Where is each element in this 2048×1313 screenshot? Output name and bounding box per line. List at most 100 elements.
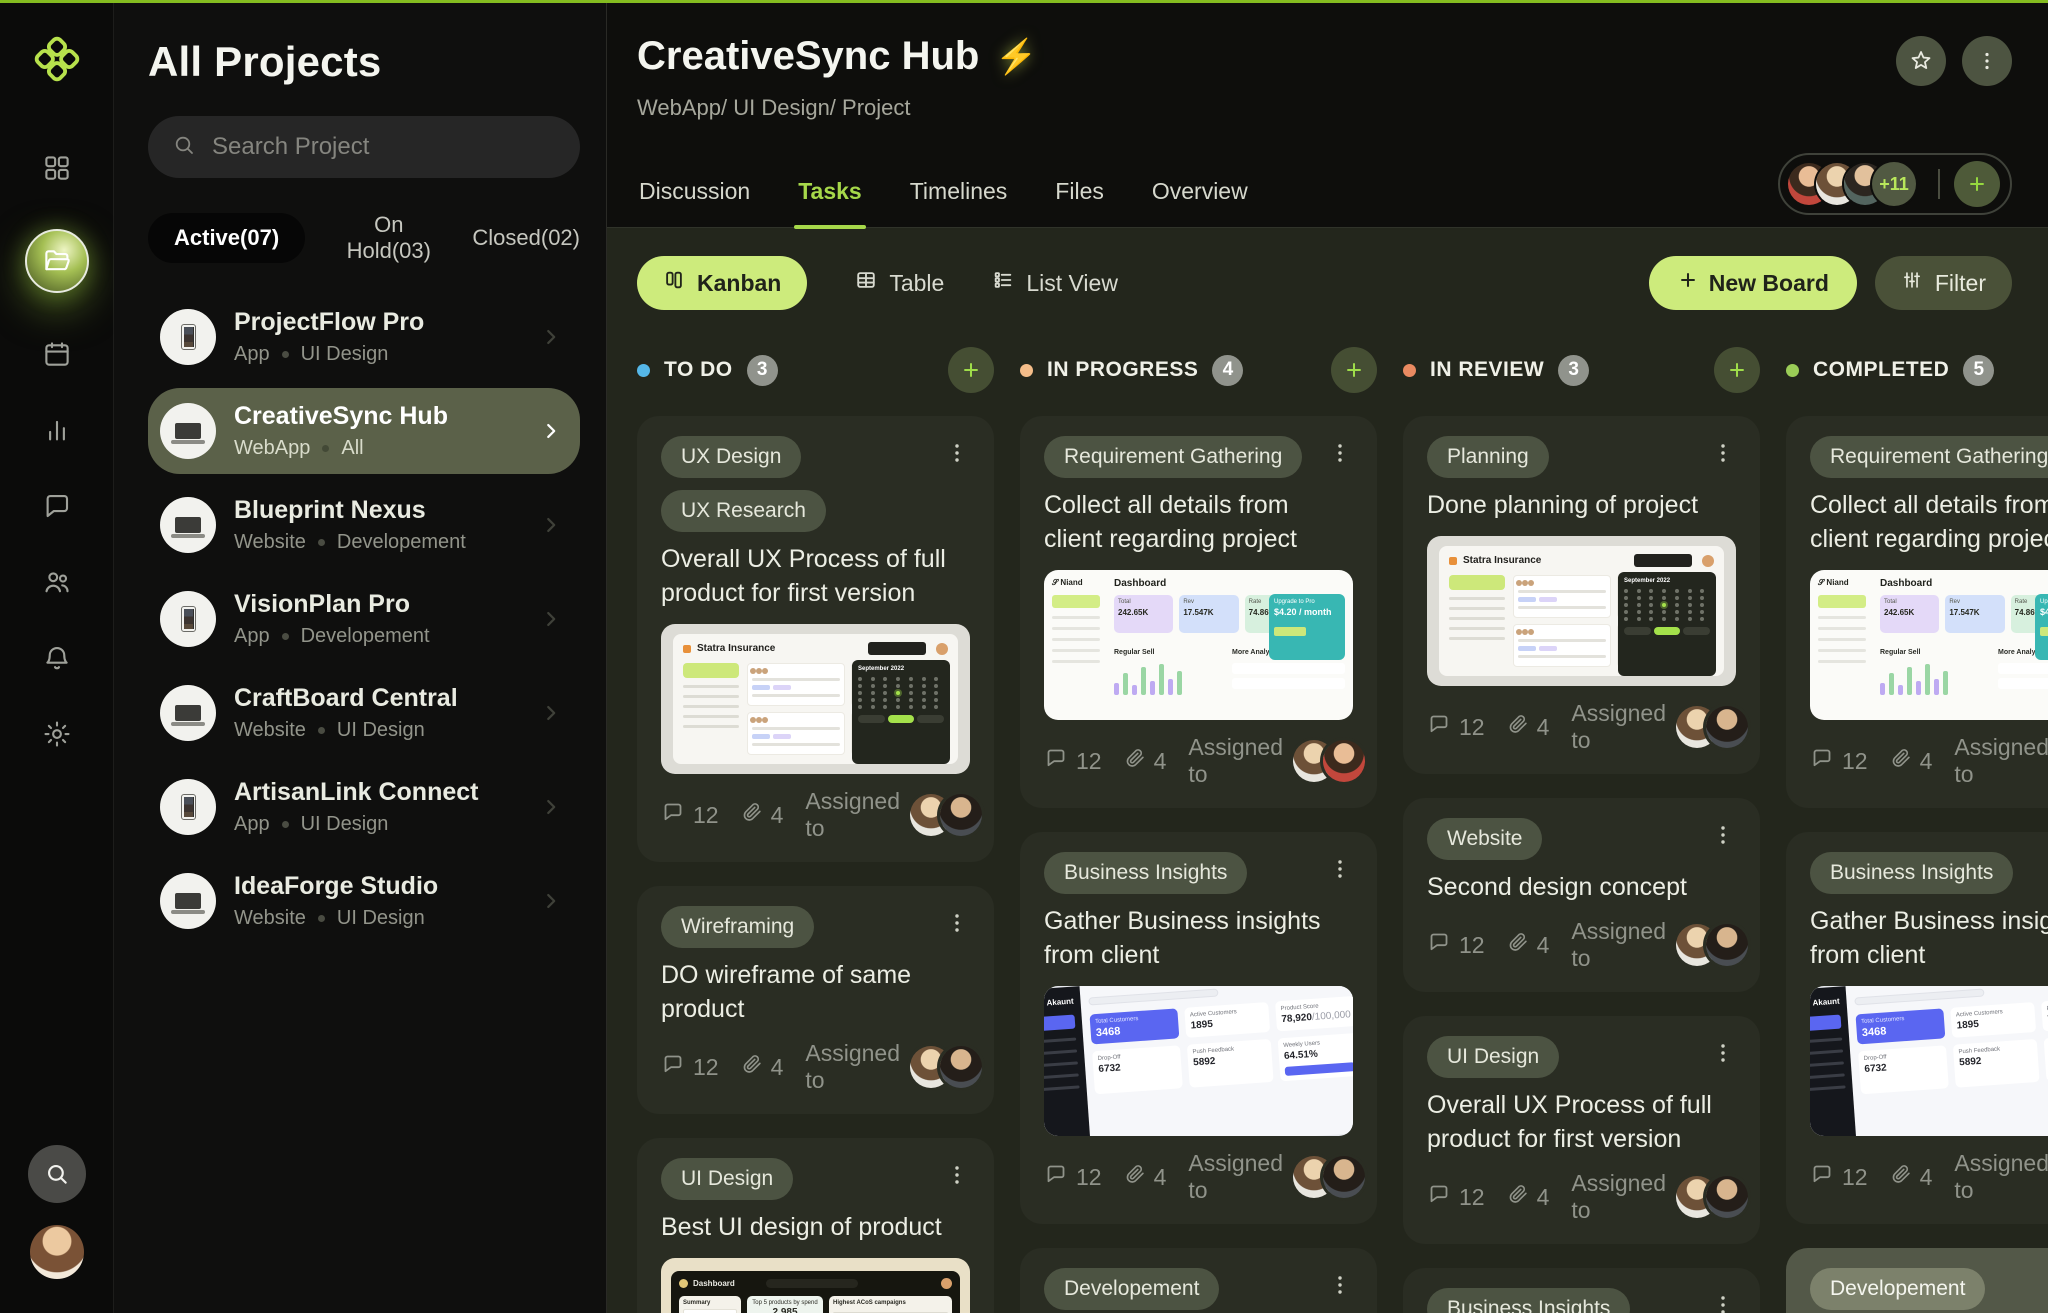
laptop-icon — [160, 403, 216, 459]
card-menu-button[interactable] — [944, 436, 970, 469]
rail-team-users-icon[interactable] — [42, 567, 72, 597]
project-search-box[interactable] — [148, 116, 580, 178]
column-status-dot — [1786, 363, 1799, 377]
task-card[interactable]: Developement Overall UX Process of full … — [1020, 1248, 1377, 1313]
user-avatar[interactable] — [29, 1225, 84, 1279]
project-search-input[interactable] — [210, 132, 556, 162]
card-tag: Business Insights — [1427, 1288, 1631, 1313]
tab-files[interactable]: Files — [1053, 178, 1106, 227]
table-icon — [855, 269, 877, 297]
assignee-avatars — [1293, 1156, 1366, 1198]
column-count-badge: 3 — [746, 354, 778, 386]
view-list-view[interactable]: List View — [992, 269, 1118, 297]
header-buttons — [1896, 36, 2012, 86]
project-subtitle: App Developement — [234, 625, 430, 647]
project-row[interactable]: IdeaForge Studio Website UI Design — [148, 858, 580, 944]
card-menu-button[interactable] — [1710, 436, 1736, 469]
global-search-button[interactable] — [27, 1145, 86, 1203]
card-menu-button[interactable] — [1327, 852, 1353, 885]
comments-count: 12 — [1459, 931, 1485, 958]
task-card[interactable]: UI Design Overall UX Process of full pro… — [1403, 1016, 1760, 1244]
card-menu-button[interactable] — [1710, 1288, 1736, 1313]
project-name: ArtisanLink Connect — [234, 778, 479, 806]
project-row[interactable]: Blueprint Nexus Website Developement — [148, 482, 580, 568]
add-member-button[interactable] — [1954, 161, 2000, 207]
project-row[interactable]: CreativeSync Hub WebApp All — [148, 388, 580, 474]
comments-icon — [1427, 712, 1451, 742]
view-table[interactable]: Table — [855, 269, 944, 297]
favorite-star-button[interactable] — [1896, 36, 1946, 86]
project-filter-closed-[interactable]: Closed(02) — [472, 225, 580, 251]
card-thumbnail-akaunt: Akaunt Total Customers 3468 Active Custome… — [1810, 986, 2048, 1136]
card-tag: UI Design — [661, 1158, 794, 1200]
task-card[interactable]: Business Insights Gather Business insigh… — [1020, 832, 1377, 1224]
card-title: Second design concept — [1427, 873, 1687, 901]
rail-calendar-icon[interactable] — [42, 339, 72, 369]
bolt-emoji: ⚡ — [995, 37, 1038, 76]
card-thumbnail-statra: Statra Insurance September 2022 — [661, 624, 970, 774]
rail-chat-icon[interactable] — [42, 491, 72, 521]
rail-projects-folder-icon[interactable] — [24, 229, 89, 293]
card-menu-button[interactable] — [1710, 1036, 1736, 1069]
page-title: CreativeSync Hub — [637, 34, 980, 78]
app-logo-icon[interactable] — [34, 36, 80, 87]
task-card[interactable]: Requirement Gathering Collect all detail… — [1020, 416, 1377, 808]
column-header: TO DO 3 — [637, 347, 994, 393]
rail-bottom — [27, 1145, 86, 1279]
more-options-button[interactable] — [1962, 36, 2012, 86]
card-menu-button[interactable] — [944, 906, 970, 939]
card-title: Gather Business insights from client — [1810, 907, 2048, 969]
task-card[interactable]: Business Insights Gather Business insigh… — [1403, 1268, 1760, 1313]
project-name: VisionPlan Pro — [234, 590, 410, 618]
card-footer: 12 4 Assigned to — [1427, 1170, 1749, 1224]
app-root: All Projects Active(07) On Hold(03) Closed… — [0, 0, 2048, 1313]
project-subtitle: App UI Design — [234, 813, 389, 835]
task-card[interactable]: Developement Overall UX Process of full … — [1786, 1248, 2048, 1313]
task-card[interactable]: Website Second design concept 12 4 Assig… — [1403, 798, 1760, 992]
rail-dashboard-grid-icon[interactable] — [42, 153, 72, 183]
attachments-count: 4 — [1536, 1183, 1550, 1210]
attachments-count: 4 — [1536, 931, 1550, 958]
rail-notifications-bell-icon[interactable] — [42, 643, 72, 673]
assignee-avatars — [1676, 924, 1749, 966]
rail-analytics-chart-icon[interactable] — [42, 415, 72, 445]
view-kanban[interactable]: Kanban — [637, 256, 808, 310]
tab-overview[interactable]: Overview — [1150, 178, 1250, 227]
tag-row: Requirement Gathering — [1044, 436, 1353, 478]
task-card[interactable]: UI Design Best UI design of product Dash… — [637, 1138, 994, 1313]
attachment-icon — [1507, 1183, 1529, 1211]
project-filter-on-hold-[interactable]: On Hold(03) — [341, 212, 436, 264]
plus-icon — [1677, 269, 1699, 297]
task-card[interactable]: Business Insights Gather Business insigh… — [1786, 832, 2048, 1224]
tab-tasks[interactable]: Tasks — [796, 178, 864, 227]
card-menu-button[interactable] — [1710, 818, 1736, 851]
task-card[interactable]: Planning Done planning of project Statra… — [1403, 416, 1760, 774]
tag-row: Business Insights — [1044, 852, 1353, 894]
project-row[interactable]: ArtisanLink Connect App UI Design — [148, 764, 580, 850]
project-row[interactable]: VisionPlan Pro App Developement — [148, 576, 580, 662]
project-row[interactable]: ProjectFlow Pro App UI Design — [148, 294, 580, 380]
card-tag: Requirement Gathering — [1044, 436, 1303, 478]
task-card[interactable]: UX Design UX Research Overall UX Process … — [637, 416, 994, 862]
project-filter-active-[interactable]: Active(07) — [148, 213, 306, 263]
card-menu-button[interactable] — [944, 1158, 970, 1191]
task-card[interactable]: Requirement Gathering Collect all detail… — [1786, 416, 2048, 808]
add-task-button[interactable] — [1714, 347, 1760, 393]
rail-settings-gear-icon[interactable] — [42, 719, 72, 749]
toolbar-right: New Board Filter — [1648, 256, 2012, 310]
add-task-button[interactable] — [948, 347, 994, 393]
laptop-icon — [160, 685, 216, 741]
tab-discussion[interactable]: Discussion — [637, 178, 752, 227]
filter-button[interactable]: Filter — [1874, 256, 2012, 310]
members-overflow-badge[interactable]: +11 — [1872, 162, 1916, 206]
task-card[interactable]: Wireframing DO wireframe of same product… — [637, 886, 994, 1114]
card-menu-button[interactable] — [1327, 436, 1353, 469]
assigned-label: Assigned to — [1188, 1150, 1284, 1203]
project-row[interactable]: CraftBoard Central Website UI Design — [148, 670, 580, 756]
card-menu-button[interactable] — [1327, 1268, 1353, 1301]
tab-timelines[interactable]: Timelines — [908, 178, 1010, 227]
project-meta: Blueprint Nexus Website Developement — [234, 496, 522, 554]
attachment-icon — [1507, 931, 1529, 959]
add-task-button[interactable] — [1331, 347, 1377, 393]
new-board-button[interactable]: New Board — [1648, 256, 1857, 310]
